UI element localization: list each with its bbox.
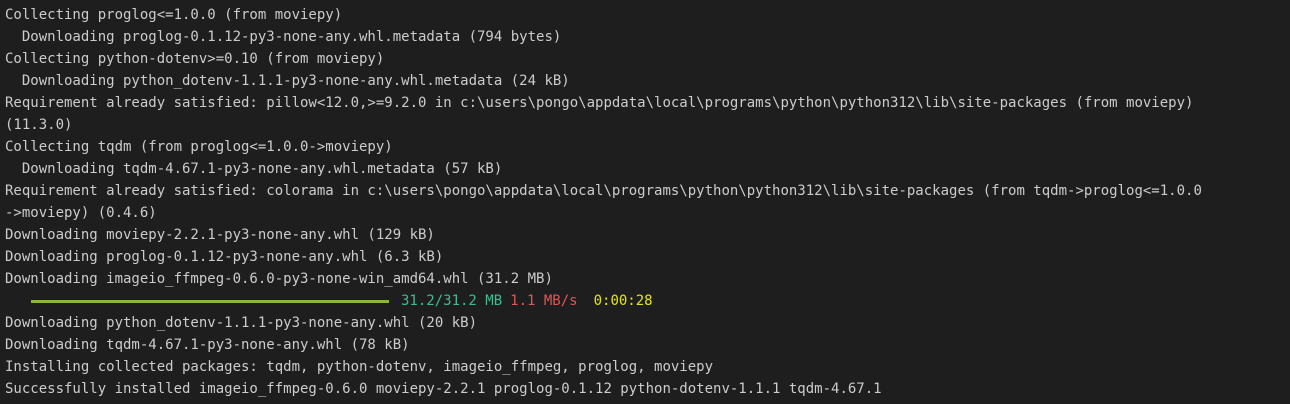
terminal-line: Requirement already satisfied: pillow<12… xyxy=(5,95,1194,111)
terminal-line: Requirement already satisfied: colorama … xyxy=(5,183,1202,199)
terminal-line: Downloading python_dotenv-1.1.1-py3-none… xyxy=(5,73,570,89)
terminal-line: Downloading tqdm-4.67.1-py3-none-any.whl… xyxy=(5,161,503,177)
terminal-line: Successfully installed imageio_ffmpeg-0.… xyxy=(5,381,882,397)
progress-rate: 1.1 MB/s xyxy=(510,293,578,309)
terminal-line: (11.3.0) xyxy=(5,117,73,133)
progress-eta: 0:00:28 xyxy=(593,293,653,309)
terminal-line: Collecting python-dotenv>=0.10 (from mov… xyxy=(5,51,385,67)
progress-bar xyxy=(31,299,389,303)
progress-size: 31.2/31.2 MB xyxy=(401,293,503,309)
terminal-line: Downloading tqdm-4.67.1-py3-none-any.whl… xyxy=(5,337,410,353)
terminal-line: Downloading imageio_ffmpeg-0.6.0-py3-non… xyxy=(5,271,553,287)
progress-bar-fill xyxy=(31,299,389,303)
terminal-line: Downloading proglog-0.1.12-py3-none-any.… xyxy=(5,249,444,265)
terminal-line: ->moviepy) (0.4.6) xyxy=(5,205,157,221)
download-progress: 31.2/31.2 MB 1.1 MB/s 0:00:28 xyxy=(5,290,1290,312)
terminal-line: Downloading python_dotenv-1.1.1-py3-none… xyxy=(5,315,478,331)
terminal-line: Downloading moviepy-2.2.1-py3-none-any.w… xyxy=(5,227,435,243)
terminal-line: Collecting tqdm (from proglog<=1.0.0->mo… xyxy=(5,139,393,155)
terminal-output[interactable]: Collecting proglog<=1.0.0 (from moviepy)… xyxy=(0,0,1290,404)
terminal-line: Installing collected packages: tqdm, pyt… xyxy=(5,359,714,375)
terminal-line: Collecting proglog<=1.0.0 (from moviepy) xyxy=(5,7,343,23)
terminal-line: Downloading proglog-0.1.12-py3-none-any.… xyxy=(5,29,562,45)
